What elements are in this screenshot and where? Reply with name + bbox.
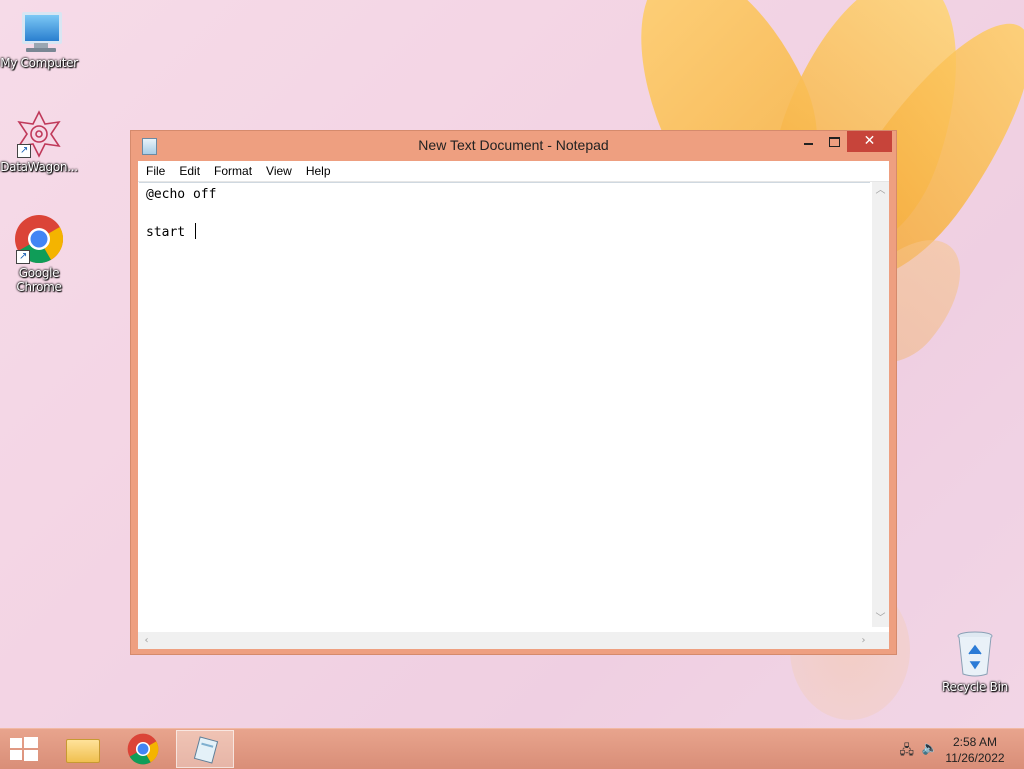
maximize-icon [828, 137, 840, 147]
folder-icon [66, 739, 100, 763]
desktop-icon-my-computer[interactable]: My Computer [0, 10, 78, 70]
clock-time: 2:58 AM [952, 735, 998, 749]
volume-icon[interactable]: 🔈 [922, 741, 938, 756]
taskbar: 🖧 🔈 2:58 AM 11/26/2022 [0, 728, 1024, 769]
notepad-window[interactable]: New Text Document - Notepad ✕ File Edit Fo… [130, 130, 897, 655]
window-title: New Text Document - Notepad [418, 137, 609, 153]
scroll-down-icon[interactable]: ﹀ [872, 610, 889, 627]
scroll-up-icon[interactable]: ︿ [872, 182, 889, 199]
desktop-icon-label: Recycle Bin [942, 680, 1008, 694]
horizontal-scrollbar[interactable]: ‹ › [138, 632, 872, 649]
minimize-icon [803, 143, 813, 145]
close-button[interactable]: ✕ [847, 131, 892, 152]
clock-date: 11/26/2022 [945, 751, 1005, 765]
windows-logo-icon [24, 750, 38, 761]
taskbar-google-chrome[interactable] [114, 730, 172, 768]
desktop-icon-recycle-bin[interactable]: Recycle Bin [936, 630, 1014, 694]
windows-logo-icon [10, 738, 22, 748]
taskbar-file-explorer[interactable] [52, 730, 110, 768]
menu-format[interactable]: Format [208, 161, 258, 181]
menu-edit[interactable]: Edit [173, 161, 206, 181]
desktop-icon-label: DataWagon... [0, 160, 78, 174]
computer-icon [16, 10, 62, 54]
clock[interactable]: 2:58 AM 11/26/2022 [940, 734, 1010, 766]
resize-grip[interactable] [872, 632, 889, 649]
window-client: File Edit Format View Help @echo off start ︿… [138, 161, 889, 649]
taskbar-notepad[interactable] [176, 730, 234, 768]
menu-bar: File Edit Format View Help [138, 161, 889, 182]
chrome-icon: ↗ [14, 214, 64, 264]
start-button[interactable] [10, 737, 38, 761]
text-line-with-caret: start [146, 223, 196, 240]
scroll-left-icon[interactable]: ‹ [138, 632, 155, 649]
maximize-button[interactable] [821, 131, 847, 152]
shortcut-arrow-icon: ↗ [16, 250, 30, 264]
menu-help[interactable]: Help [300, 161, 337, 181]
minimize-button[interactable] [795, 131, 821, 152]
vertical-scrollbar[interactable]: ︿ ﹀ [872, 182, 889, 627]
datawagon-icon: ↗ [15, 110, 63, 158]
notepad-icon [193, 736, 219, 764]
scroll-right-icon[interactable]: › [855, 632, 872, 649]
text-editor[interactable]: @echo off start [139, 182, 870, 628]
menu-view[interactable]: View [260, 161, 298, 181]
network-icon[interactable]: 🖧 [900, 741, 915, 763]
menu-file[interactable]: File [140, 161, 171, 181]
text-line: start [146, 225, 193, 240]
text-line: @echo off [146, 187, 217, 202]
desktop-icon-google-chrome[interactable]: ↗ Google Chrome [0, 214, 78, 294]
recycle-bin-icon [955, 630, 995, 678]
title-bar[interactable]: New Text Document - Notepad ✕ [131, 131, 896, 161]
close-icon: ✕ [863, 133, 876, 149]
chrome-icon [127, 733, 159, 765]
desktop-icon-datawagon[interactable]: ↗ DataWagon... [0, 110, 78, 174]
text-caret [194, 223, 196, 239]
shortcut-arrow-icon: ↗ [17, 144, 31, 158]
windows-logo-icon [10, 750, 22, 760]
desktop-icon-label: My Computer [0, 56, 78, 70]
windows-logo-icon [24, 737, 38, 748]
desktop-icon-label: Google Chrome [16, 266, 62, 294]
